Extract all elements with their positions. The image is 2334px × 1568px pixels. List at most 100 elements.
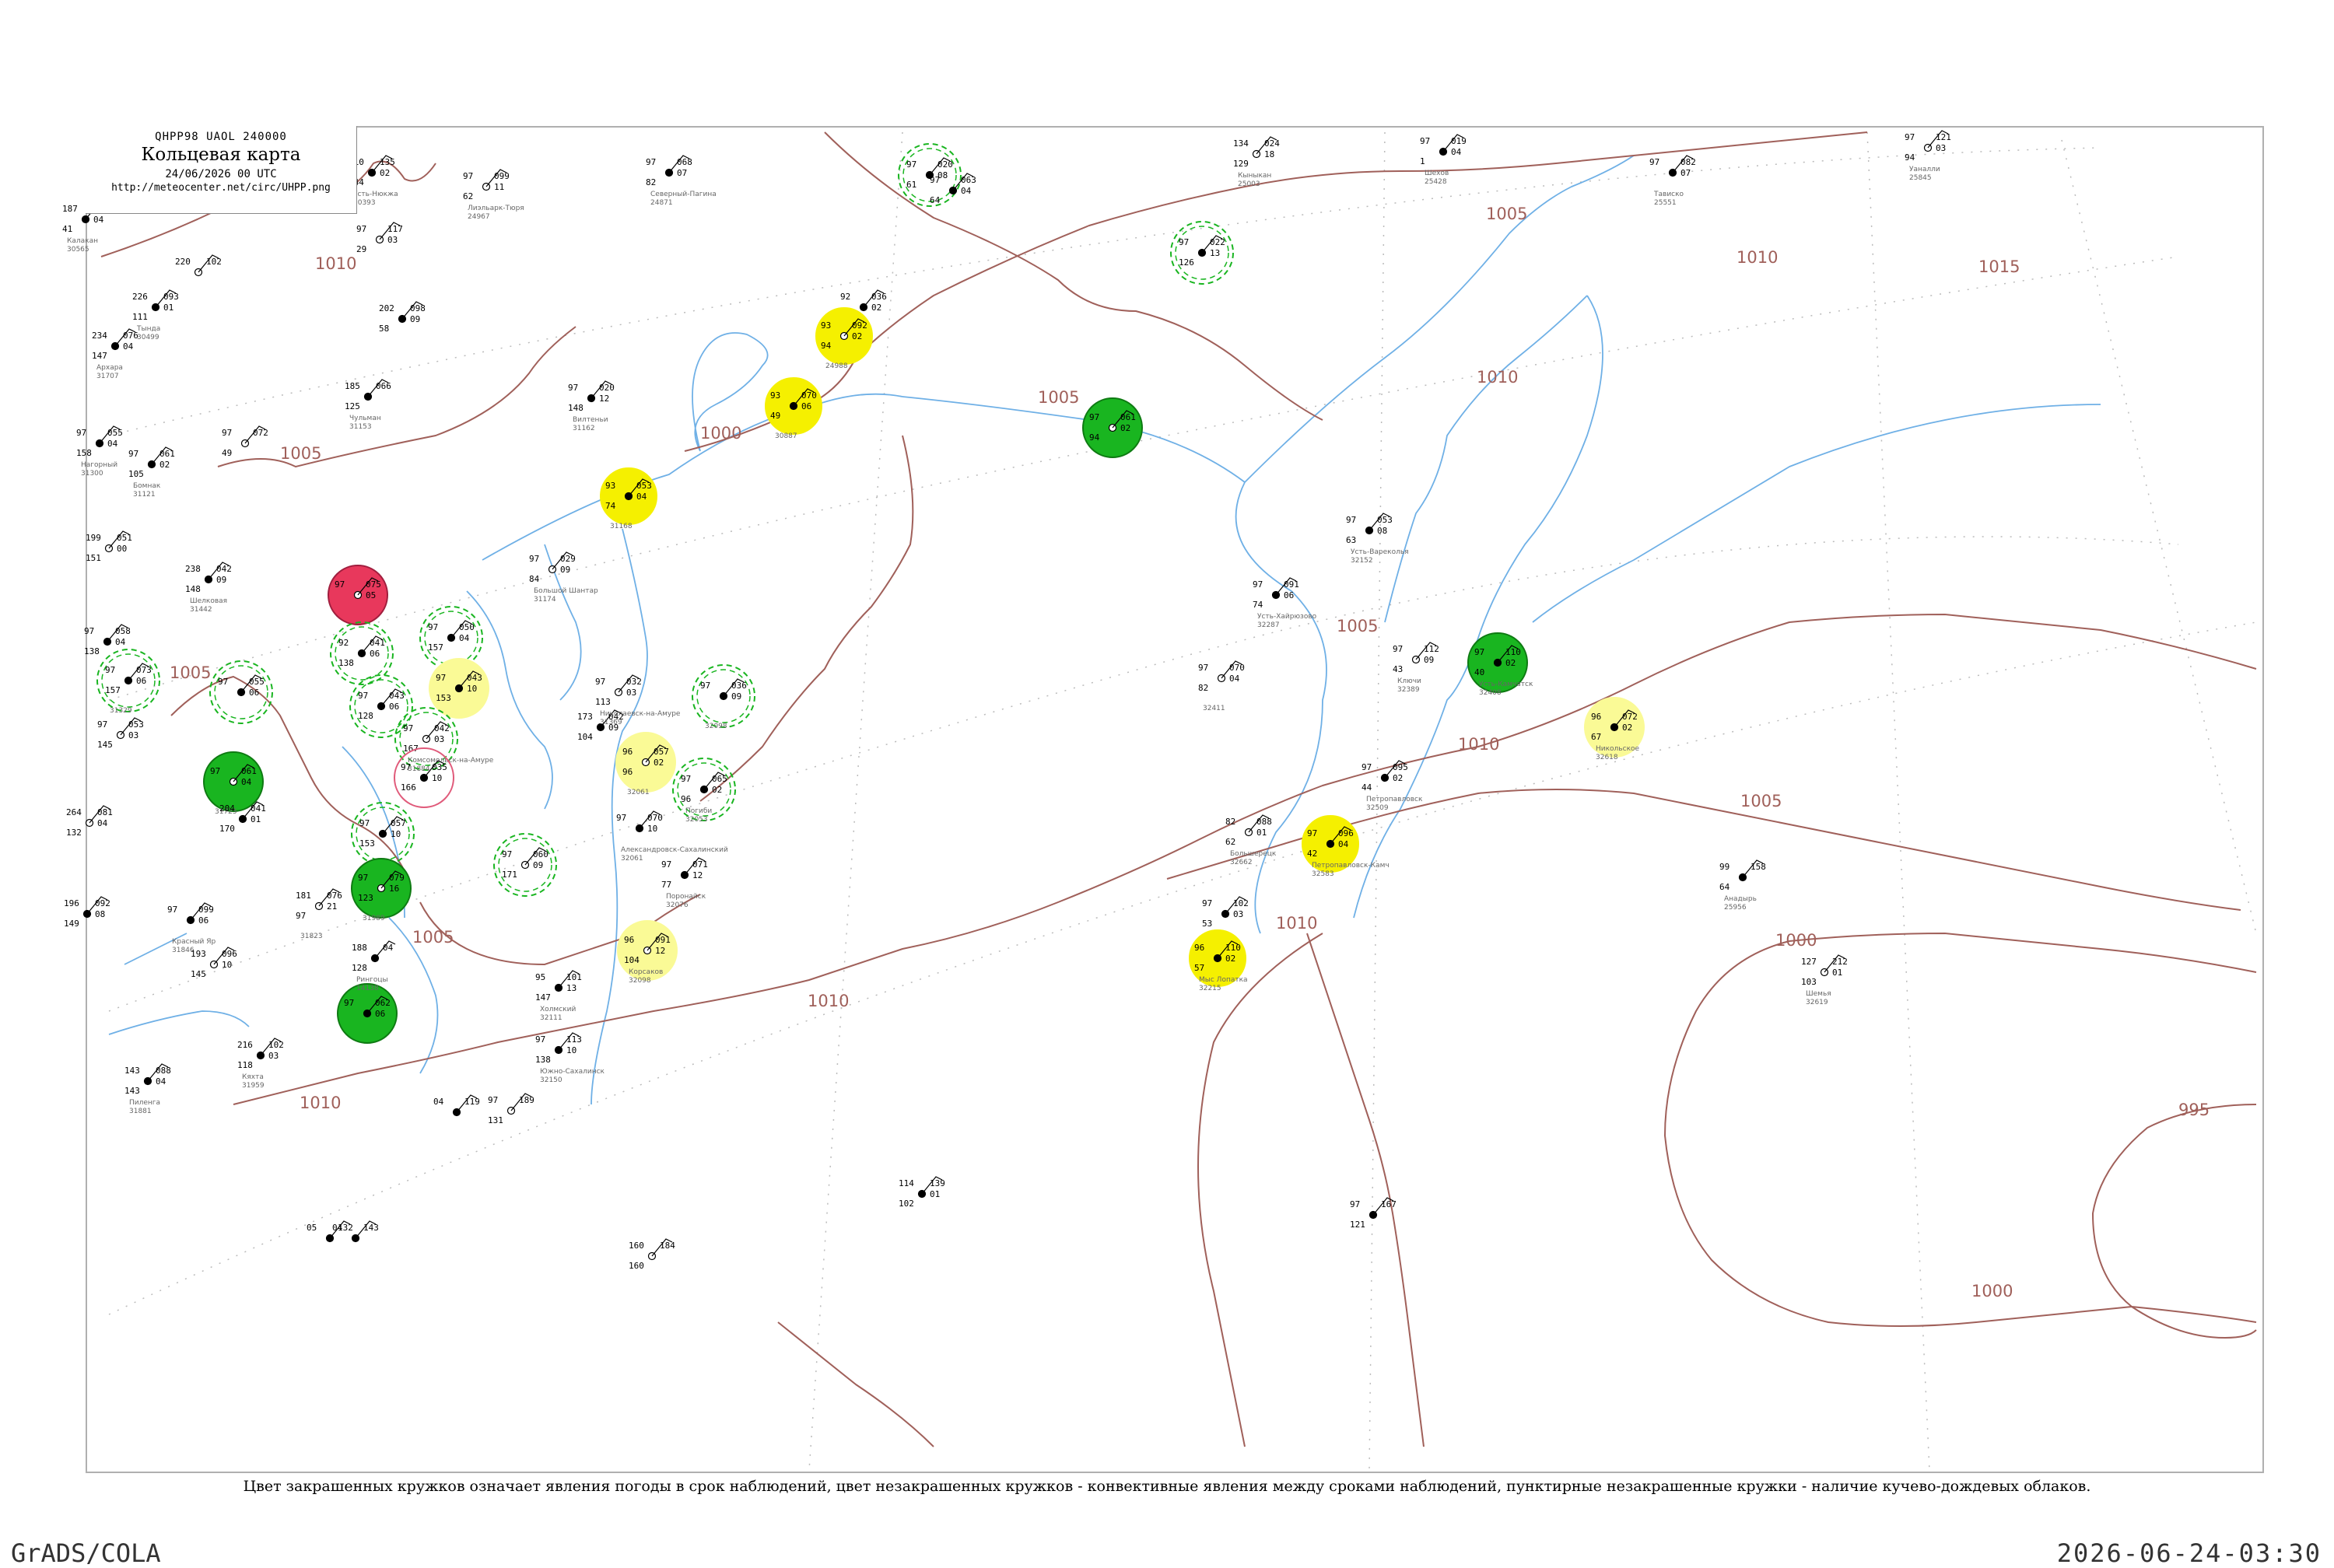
station-name: Чульман: [349, 415, 381, 422]
station-plot[interactable]: 96 11002 57 Мыс Лопатка32215: [1189, 929, 1248, 992]
station-plot[interactable]: 97 11310 138 Южно-Сахалинск32150: [535, 1032, 605, 1084]
station-temperature: 97: [930, 175, 940, 185]
station-plot[interactable]: 97 06009 171: [493, 833, 557, 897]
station-plot[interactable]: 97 07112 77 Поронайск32076: [661, 857, 708, 909]
station-plot[interactable]: 97 10203 53: [1202, 896, 1249, 929]
station-visibility: 113: [595, 697, 611, 707]
station-plot[interactable]: 99 158 64 Анадырь25956: [1719, 859, 1766, 912]
station-plot[interactable]: 97 12103 94 Уаналли25845: [1905, 130, 1951, 182]
station-plot[interactable]: 97 167 121: [1350, 1197, 1397, 1230]
station-plot[interactable]: 238 04209 148 Шелковая31442: [185, 562, 232, 614]
station-plot[interactable]: 202 09809 58: [379, 301, 426, 334]
station-plot[interactable]: 188 04 128 Рингоцы14138: [352, 940, 396, 992]
source-url[interactable]: http://meteocenter.net/circ/UHPP.png: [86, 182, 356, 194]
station-plot[interactable]: 97 06502 96 Погиби32053: [672, 758, 736, 824]
station-pressure: 032: [626, 677, 642, 687]
station-plot[interactable]: 96 07202 67 Никольское32618: [1584, 697, 1645, 761]
station-plot[interactable]: 181 07621 97 31823: [296, 888, 342, 940]
station-plot[interactable]: 97 06304 64: [930, 173, 976, 205]
station-plot[interactable]: 92 04106 138: [330, 621, 394, 685]
station-plot[interactable]: 97 02213 126: [1170, 221, 1234, 285]
station-plot[interactable]: 04 119: [433, 1094, 480, 1117]
station-pressure-tendency: 10: [647, 824, 657, 834]
station-pressure: 070: [647, 813, 663, 823]
station-pressure: 061: [159, 449, 175, 459]
station-plot[interactable]: 97 04310 153: [429, 658, 489, 719]
station-plot[interactable]: 226 09301 111 Тында30499: [132, 289, 179, 341]
station-pressure-tendency: 02: [380, 168, 390, 178]
station-index: 31369: [600, 719, 622, 726]
station-name: Усть-Нюкжа: [353, 191, 398, 198]
station-plot[interactable]: 127 21201 103 Шемья32619: [1801, 954, 1848, 1006]
station-plot[interactable]: 82 08801 62 Большерецк32662: [1225, 814, 1277, 866]
station-plot[interactable]: 04 143: [332, 1220, 379, 1243]
station-plot[interactable]: 97 08207 Тависко25551: [1649, 155, 1696, 207]
station-plot[interactable]: 97 05303 145: [97, 717, 144, 750]
station-temperature: 97: [535, 1034, 545, 1045]
station-plot[interactable]: 97 09906Красный Яр31846: [167, 902, 216, 954]
station-temperature: 196: [64, 898, 79, 908]
station-plot[interactable]: 264 08104 132: [66, 805, 113, 838]
station-pressure: 091: [655, 935, 671, 945]
station-plot[interactable]: 97 05804 138: [84, 624, 131, 656]
station-plot[interactable]: 93 07006 49 30887: [765, 377, 822, 440]
map-title-box: QHPP98 UAOL 240000 Кольцевая карта 24/06…: [86, 126, 357, 214]
station-visibility: 57: [1194, 963, 1204, 973]
station-plot[interactable]: 97 09502 44 Петропавловск32509: [1362, 760, 1423, 812]
station-plot[interactable]: 97 07916 123 31989: [351, 858, 412, 922]
station-name: Николаевск-на-Амуре: [600, 710, 681, 718]
footer-timestamp: 2026-06-24-03:30: [2056, 1538, 2322, 1568]
station-temperature: 04: [332, 1223, 343, 1233]
station-plot[interactable]: 97 07505: [328, 565, 388, 625]
station-plot[interactable]: 97 189 131: [488, 1093, 534, 1125]
station-plot[interactable]: 93 05304 74 31168: [600, 467, 657, 530]
station-index: 32619: [1806, 999, 1828, 1006]
station-plot[interactable]: 97 06807 82 Северный-Пагина24871: [646, 155, 717, 207]
station-plot[interactable]: 193 09610 145: [191, 947, 237, 979]
station-plot[interactable]: 97 09911 62 Лиэльарк-Тюря24967: [463, 169, 524, 221]
station-plot[interactable]: 134 02418 129 Кыныкан25003: [1233, 136, 1280, 188]
station-plot[interactable]: 97 09106 74 Усть-Хайрюзово32287: [1253, 577, 1317, 629]
station-plot[interactable]: 196 09208 149: [64, 896, 110, 929]
station-plot[interactable]: 97 072 49: [222, 425, 268, 458]
station-plot[interactable]: 97 05504 158 Нагорный31300: [76, 425, 123, 478]
station-plot[interactable]: 97 05710 153: [351, 802, 415, 866]
station-plot[interactable]: 97 09604 42 Петропавловск-Камч32583: [1302, 815, 1390, 878]
station-plot[interactable]: 199 05100 151: [86, 530, 132, 563]
station-plot[interactable]: 234 07604 147 Архара31707: [92, 328, 138, 380]
station-plot[interactable]: 114 13901 102: [899, 1176, 945, 1209]
station-plot[interactable]: 97 06102 105 Бомнак31121: [128, 446, 175, 499]
station-name: Большой Шантар: [534, 587, 598, 595]
station-plot[interactable]: 96 09112 104 Корсаков32098: [617, 920, 678, 985]
station-plot[interactable]: 160 184 160: [629, 1238, 675, 1271]
station-plot[interactable]: 05 132: [307, 1220, 353, 1243]
station-pressure: 062: [375, 998, 391, 1008]
station-plot[interactable]: 93 09202 94 24988: [815, 307, 873, 370]
station-pressure: 043: [467, 673, 482, 683]
station-plot[interactable]: 97 05506: [209, 660, 273, 724]
station-plot[interactable]: 97 01904 1Шехов25428: [1420, 134, 1467, 186]
station-pressure-tendency: 11: [494, 182, 504, 192]
station-plot[interactable]: 96 05702 96 32061: [615, 732, 676, 796]
station-index: 24967: [468, 213, 490, 221]
station-pressure-tendency: 02: [1505, 658, 1516, 668]
station-plot[interactable]: 97 11703 29: [356, 222, 403, 254]
station-plot[interactable]: 143 08804 143 Пиленга31881: [124, 1063, 171, 1115]
station-plot[interactable]: 97 11002 40 Усть-Камчатск32408: [1467, 632, 1533, 697]
station-plot[interactable]: 97 03609 32098: [692, 664, 755, 730]
station-plot[interactable]: 185 066 125 Чульман31153: [345, 379, 391, 431]
station-plot[interactable]: 220 102: [175, 254, 222, 277]
station-plot[interactable]: 95 10113 147 Холмский32111: [535, 970, 582, 1022]
station-visibility: 145: [97, 740, 113, 750]
station-plot[interactable]: 97 11209 43 Ключи32389: [1393, 642, 1439, 694]
station-plot[interactable]: 216 10203 118 Кяхта31959: [237, 1038, 284, 1090]
station-name: Никольское: [1596, 745, 1640, 753]
isobar-label: 1005: [280, 444, 321, 463]
station-plot[interactable]: 97 02012 148 Вилтеньи31162: [568, 380, 615, 432]
station-plot[interactable]: 97 05308 63 Усть-Вареколья32152: [1346, 513, 1409, 565]
station-plot[interactable]: 97 07004 82 32411: [1198, 660, 1245, 712]
station-plot[interactable]: 97 06102 94: [1082, 397, 1143, 458]
station-pressure: 053: [1377, 515, 1393, 525]
station-plot[interactable]: 97 07306 157 31329: [96, 649, 160, 715]
station-plot[interactable]: 97 06206: [337, 983, 398, 1044]
